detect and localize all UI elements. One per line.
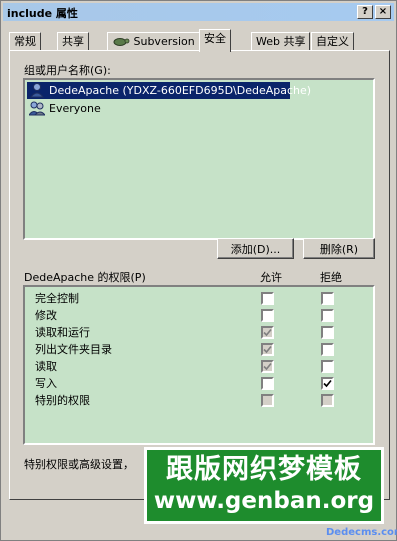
allow-checkbox	[261, 394, 274, 407]
user-name: DedeApache (YDXZ-660EFD695D\DedeApache)	[49, 84, 312, 97]
tortoise-icon	[113, 38, 130, 46]
users-listbox[interactable]: DedeApache (YDXZ-660EFD695D\DedeApache) …	[23, 78, 375, 240]
permission-name: 修改	[35, 309, 57, 322]
user-icon	[29, 83, 45, 98]
security-panel: 组或用户名称(G): DedeApache (YDXZ-660EFD695D\D…	[9, 50, 390, 500]
permission-name: 读取	[35, 360, 57, 373]
tab-general[interactable]: 常规	[9, 32, 41, 51]
user-row-dedeapache[interactable]: DedeApache (YDXZ-660EFD695D\DedeApache)	[27, 82, 311, 99]
deny-header: 拒绝	[320, 271, 342, 284]
permission-row: 写入	[35, 375, 57, 392]
permission-row: 特别的权限	[35, 392, 90, 409]
allow-checkbox	[261, 360, 274, 373]
permission-row: 修改	[35, 307, 57, 324]
allow-checkbox[interactable]	[261, 377, 274, 390]
deny-checkbox[interactable]	[321, 360, 334, 373]
group-icon	[29, 101, 45, 116]
permission-row: 完全控制	[35, 290, 79, 307]
user-name: Everyone	[49, 102, 101, 115]
watermark-corner: Dedecms.com	[326, 527, 397, 538]
deny-checkbox[interactable]	[321, 292, 334, 305]
allow-checkbox	[261, 326, 274, 339]
tab-custom[interactable]: 自定义	[311, 32, 354, 51]
tab-strip: 常规 共享 Subversion 安全 Web 共享 自定义	[9, 29, 392, 52]
deny-checkbox	[321, 394, 334, 407]
allow-checkbox	[261, 343, 274, 356]
permission-row: 列出文件夹目录	[35, 341, 112, 358]
permission-row: 读取	[35, 358, 57, 375]
permission-name: 读取和运行	[35, 326, 90, 339]
deny-checkbox[interactable]	[321, 343, 334, 356]
user-row-everyone[interactable]: Everyone	[27, 100, 127, 117]
permission-name: 完全控制	[35, 292, 79, 305]
remove-button[interactable]: 删除(R)	[303, 238, 375, 259]
advanced-text: 特别权限或高级设置，	[24, 458, 134, 471]
tab-sharing[interactable]: 共享	[57, 32, 89, 51]
properties-window: include 属性 ? × 常规 共享 Subversion 安全 Web 共…	[0, 0, 397, 541]
allow-checkbox[interactable]	[261, 292, 274, 305]
help-button[interactable]: ?	[357, 5, 373, 19]
tab-subversion[interactable]: Subversion	[107, 32, 200, 51]
allow-header: 允许	[260, 271, 282, 284]
window-title: include 属性	[7, 7, 78, 20]
tab-security[interactable]: 安全	[199, 29, 231, 52]
tab-web-sharing[interactable]: Web 共享	[251, 32, 311, 51]
watermark-url: www.genban.org	[153, 488, 375, 514]
deny-checkbox[interactable]	[321, 326, 334, 339]
permission-name: 列出文件夹目录	[35, 343, 112, 356]
permission-row: 读取和运行	[35, 324, 90, 341]
watermark-title: 跟版网织梦模板	[166, 454, 362, 485]
tab-subversion-label: Subversion	[133, 35, 195, 48]
users-label: 组或用户名称(G):	[24, 64, 111, 77]
close-button[interactable]: ×	[375, 5, 391, 19]
permissions-label: DedeApache 的权限(P)	[24, 271, 146, 284]
permission-name: 写入	[35, 377, 57, 390]
deny-checkbox[interactable]	[321, 309, 334, 322]
allow-checkbox[interactable]	[261, 309, 274, 322]
permissions-list: 完全控制修改读取和运行列出文件夹目录 读取写入特别的权限	[23, 285, 375, 445]
add-button[interactable]: 添加(D)...	[217, 238, 294, 259]
watermark: 跟版网织梦模板 www.genban.org	[144, 447, 384, 524]
title-bar: include 属性 ? ×	[3, 3, 394, 21]
deny-checkbox[interactable]	[321, 377, 334, 390]
permission-name: 特别的权限	[35, 394, 90, 407]
